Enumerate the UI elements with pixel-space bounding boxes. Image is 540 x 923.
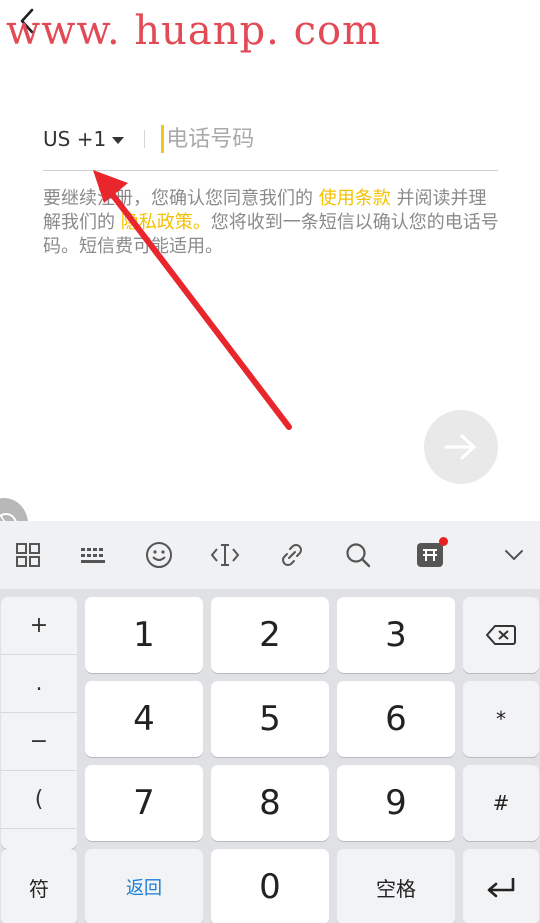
key-8[interactable]: 8 bbox=[211, 765, 329, 841]
link-icon[interactable] bbox=[272, 535, 312, 575]
terms-text-part1: 要继续注册，您确认您同意我们的 bbox=[43, 188, 319, 209]
key-0[interactable]: 0 bbox=[211, 849, 329, 923]
arrow-right-icon bbox=[444, 434, 476, 460]
enter-icon bbox=[487, 878, 515, 898]
star-label: * bbox=[496, 707, 506, 731]
key-9[interactable]: 9 bbox=[337, 765, 455, 841]
watermark: www. huanp. com bbox=[6, 8, 381, 54]
collapse-icon[interactable] bbox=[494, 535, 534, 575]
symbol-key-paren[interactable]: ( bbox=[1, 771, 77, 829]
phone-number-row: US +1 bbox=[43, 108, 498, 171]
return-key[interactable]: 返回 bbox=[85, 849, 203, 923]
grid-icon[interactable] bbox=[8, 535, 48, 575]
next-button[interactable] bbox=[424, 410, 498, 484]
symbol-key-minus[interactable]: − bbox=[1, 713, 77, 771]
notification-dot bbox=[439, 537, 448, 546]
keyboard-toolbar bbox=[0, 521, 540, 589]
text-cursor bbox=[161, 125, 165, 153]
numeric-keyboard: + . − ( 1 2 3 4 5 6 * 7 8 9 # 符 返回 0 空格 bbox=[0, 589, 540, 923]
star-key[interactable]: * bbox=[463, 681, 539, 757]
terms-text: 要继续注册，您确认您同意我们的 使用条款 并阅读并理解我们的 隐私政策。您将收到… bbox=[43, 187, 503, 259]
search-icon[interactable] bbox=[338, 535, 378, 575]
key-2[interactable]: 2 bbox=[211, 597, 329, 673]
space-key[interactable]: 空格 bbox=[337, 849, 455, 923]
key-1[interactable]: 1 bbox=[85, 597, 203, 673]
enter-key[interactable] bbox=[463, 849, 539, 923]
backspace-key[interactable] bbox=[463, 597, 539, 673]
hash-key[interactable]: # bbox=[463, 765, 539, 841]
key-4[interactable]: 4 bbox=[85, 681, 203, 757]
country-code-label: US +1 bbox=[43, 127, 107, 151]
space-label: 空格 bbox=[376, 876, 416, 901]
symbol-key-dot[interactable]: . bbox=[1, 655, 77, 713]
key-6[interactable]: 6 bbox=[337, 681, 455, 757]
key-7[interactable]: 7 bbox=[85, 765, 203, 841]
emoji-icon[interactable] bbox=[139, 535, 179, 575]
privacy-policy-link[interactable]: 隐私政策。 bbox=[121, 212, 211, 233]
phone-number-input[interactable] bbox=[166, 126, 427, 152]
symbol-column[interactable]: + . − ( bbox=[1, 597, 77, 849]
key-5[interactable]: 5 bbox=[211, 681, 329, 757]
return-label: 返回 bbox=[126, 878, 162, 899]
phone-signup-screen: www. huanp. com US +1 要继续注册，您确认您同意我们的 使用… bbox=[0, 0, 540, 923]
keyboard-icon[interactable] bbox=[73, 535, 113, 575]
symbols-key[interactable]: 符 bbox=[1, 849, 77, 923]
cursor-move-icon[interactable] bbox=[205, 535, 245, 575]
terms-of-use-link[interactable]: 使用条款 bbox=[319, 188, 391, 209]
divider bbox=[144, 130, 146, 148]
backspace-icon bbox=[486, 625, 516, 645]
symbol-key-plus[interactable]: + bbox=[1, 597, 77, 655]
symbols-label: 符 bbox=[29, 876, 49, 901]
app-icon[interactable] bbox=[410, 535, 450, 575]
caret-down-icon bbox=[112, 136, 125, 144]
country-code-selector[interactable]: US +1 bbox=[43, 119, 125, 159]
hash-label: # bbox=[492, 791, 510, 815]
key-3[interactable]: 3 bbox=[337, 597, 455, 673]
